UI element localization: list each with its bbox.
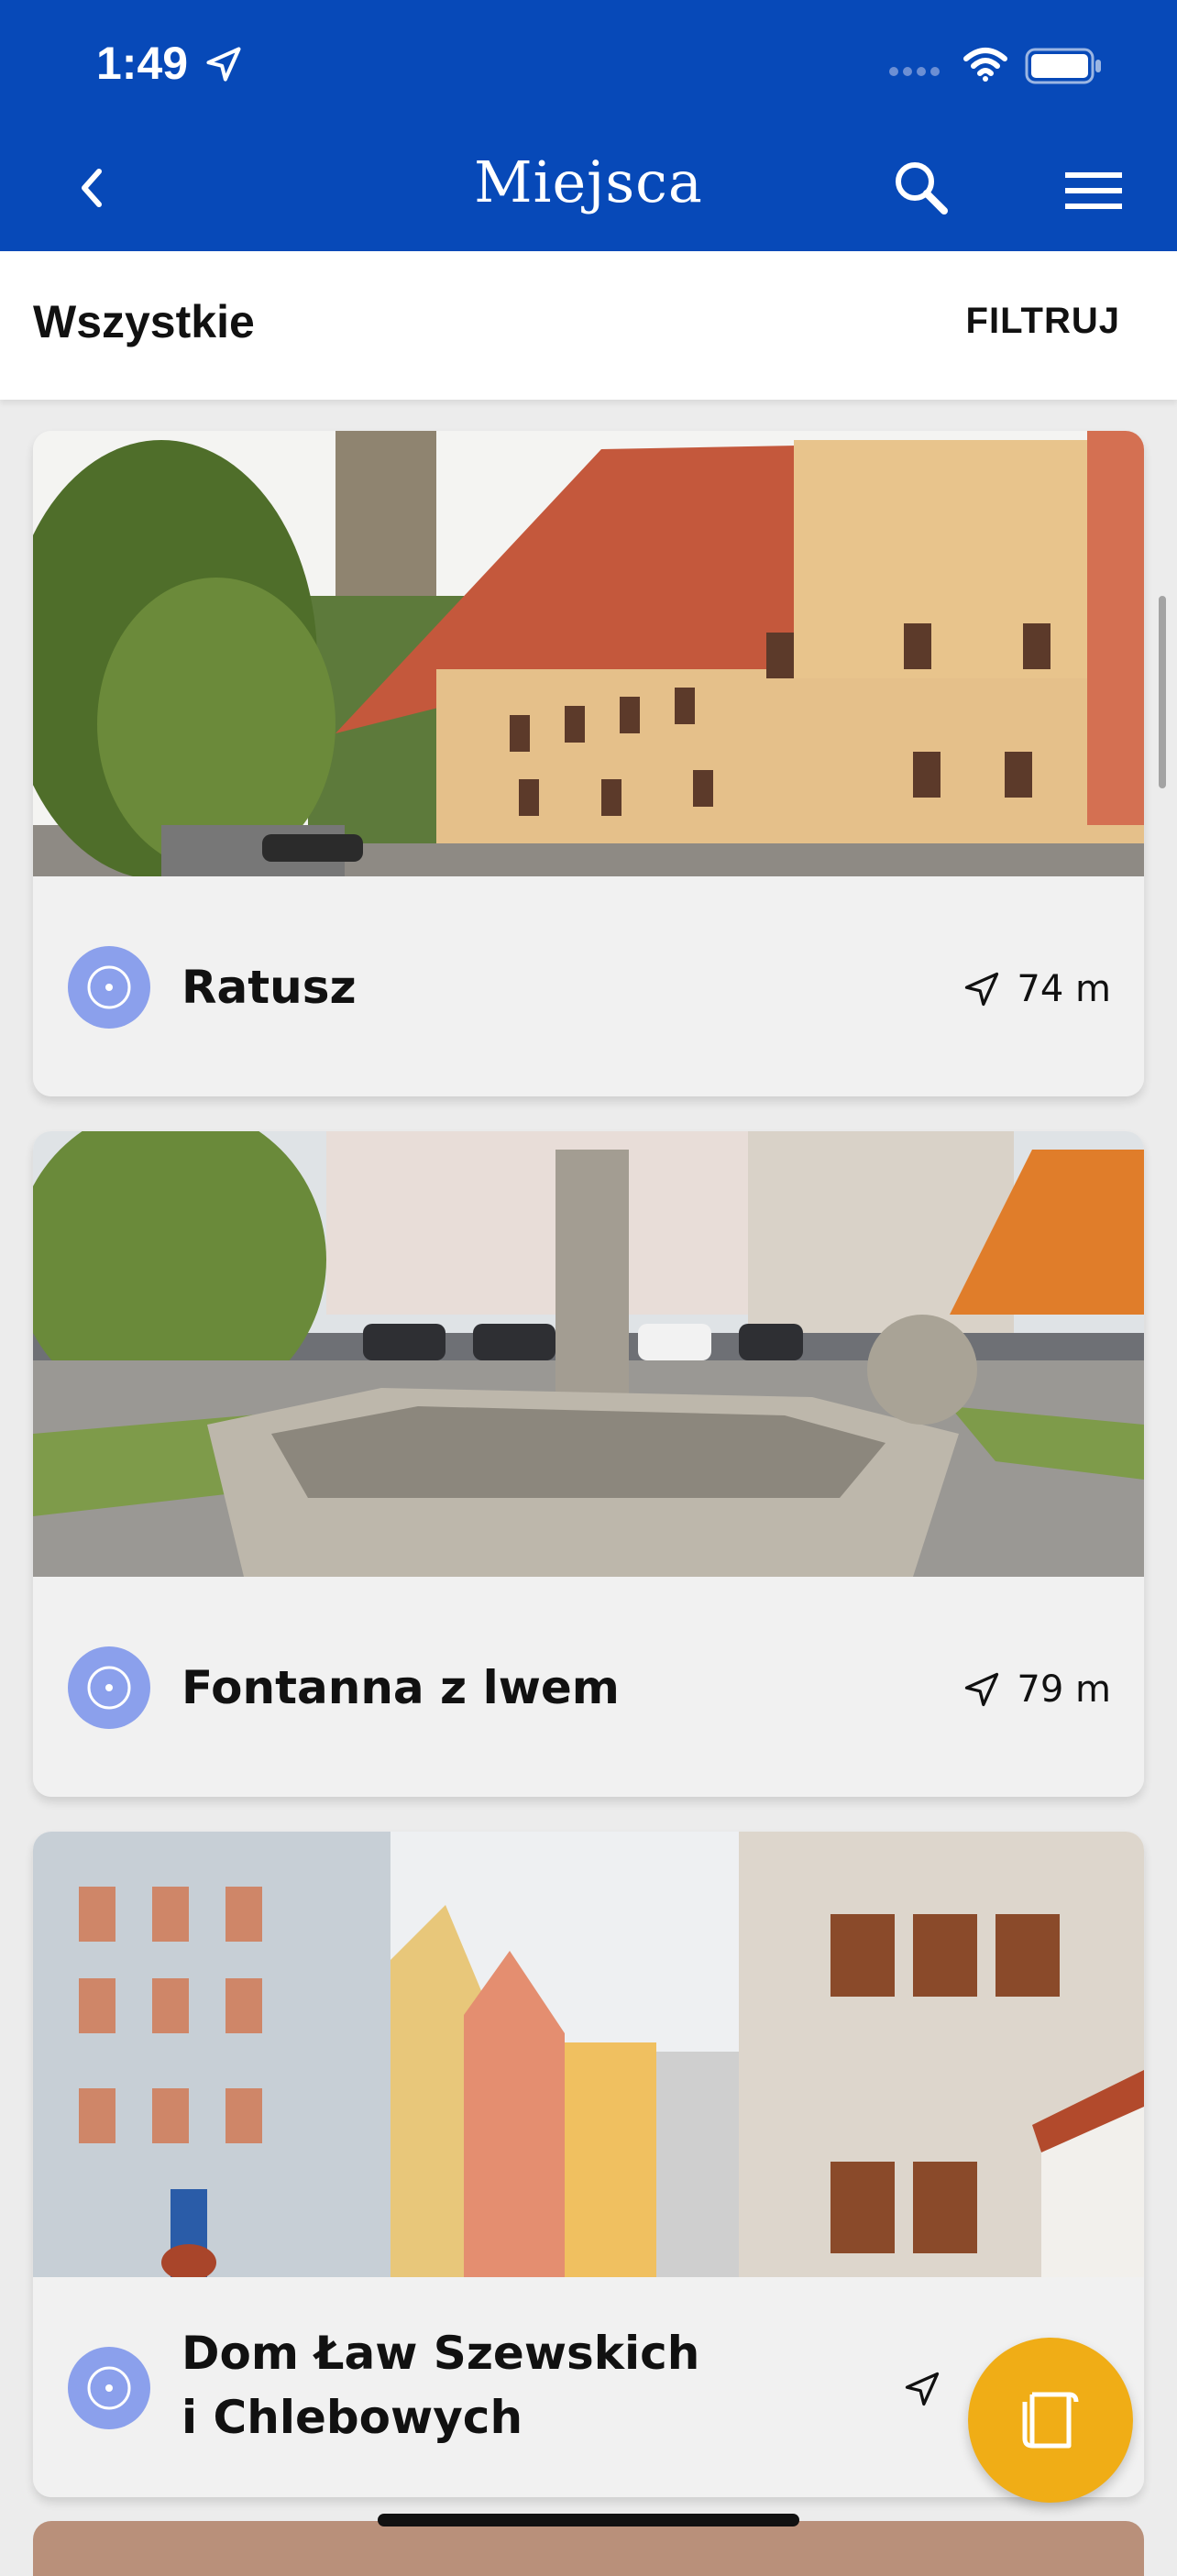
navigation-bar: Miejsca — [0, 128, 1177, 251]
location-marker-icon — [68, 1646, 150, 1729]
location-marker-icon — [68, 2347, 150, 2429]
page-title: Miejsca — [474, 149, 703, 215]
location-marker-icon — [68, 946, 150, 1029]
place-name: Dom Ław Szewskich i Chlebowych — [182, 2321, 699, 2449]
home-indicator[interactable] — [378, 2514, 799, 2526]
filter-bar: Wszystkie FILTRUJ — [0, 251, 1177, 400]
place-photo — [33, 1131, 1144, 1577]
place-name: Fontanna z lwem — [182, 1661, 620, 1714]
category-title: Wszystkie — [33, 296, 255, 347]
place-name-line: i Chlebowych — [182, 2391, 523, 2444]
battery-icon — [1025, 48, 1101, 84]
location-arrow-icon — [206, 47, 241, 82]
guide-button[interactable] — [968, 2338, 1133, 2503]
place-distance: 79 m — [962, 1668, 1111, 1711]
place-card-footer: Fontanna z lwem 79 m — [33, 1577, 1144, 1797]
scrollbar[interactable] — [1159, 596, 1166, 788]
place-photo — [33, 1832, 1144, 2277]
filter-button[interactable]: FILTRUJ — [966, 301, 1120, 342]
distance-value: 74 m — [1017, 968, 1111, 1010]
search-icon[interactable] — [889, 156, 953, 220]
signal-icon — [889, 67, 940, 76]
place-name: Ratusz — [182, 961, 357, 1014]
place-distance: 74 m — [962, 968, 1111, 1010]
place-card-footer: Ratusz 74 m — [33, 876, 1144, 1096]
place-card-partial[interactable] — [33, 2521, 1144, 2576]
distance-value: 79 m — [1017, 1668, 1111, 1711]
place-card[interactable]: Fontanna z lwem 79 m — [33, 1131, 1144, 1797]
status-time: 1:49 — [96, 38, 189, 89]
wifi-icon — [963, 48, 1007, 82]
place-distance — [902, 2369, 942, 2409]
place-photo — [33, 431, 1144, 876]
navigation-arrow-icon — [905, 2372, 940, 2406]
status-bar: 1:49 — [0, 0, 1177, 128]
place-card[interactable]: Ratusz 74 m — [33, 431, 1144, 1096]
navigation-arrow-icon — [965, 972, 999, 1007]
place-name-line: Dom Ław Szewskich — [182, 2327, 700, 2380]
menu-icon[interactable] — [1062, 163, 1126, 218]
navigation-arrow-icon — [965, 1672, 999, 1707]
guide-book-icon — [1022, 2392, 1079, 2449]
